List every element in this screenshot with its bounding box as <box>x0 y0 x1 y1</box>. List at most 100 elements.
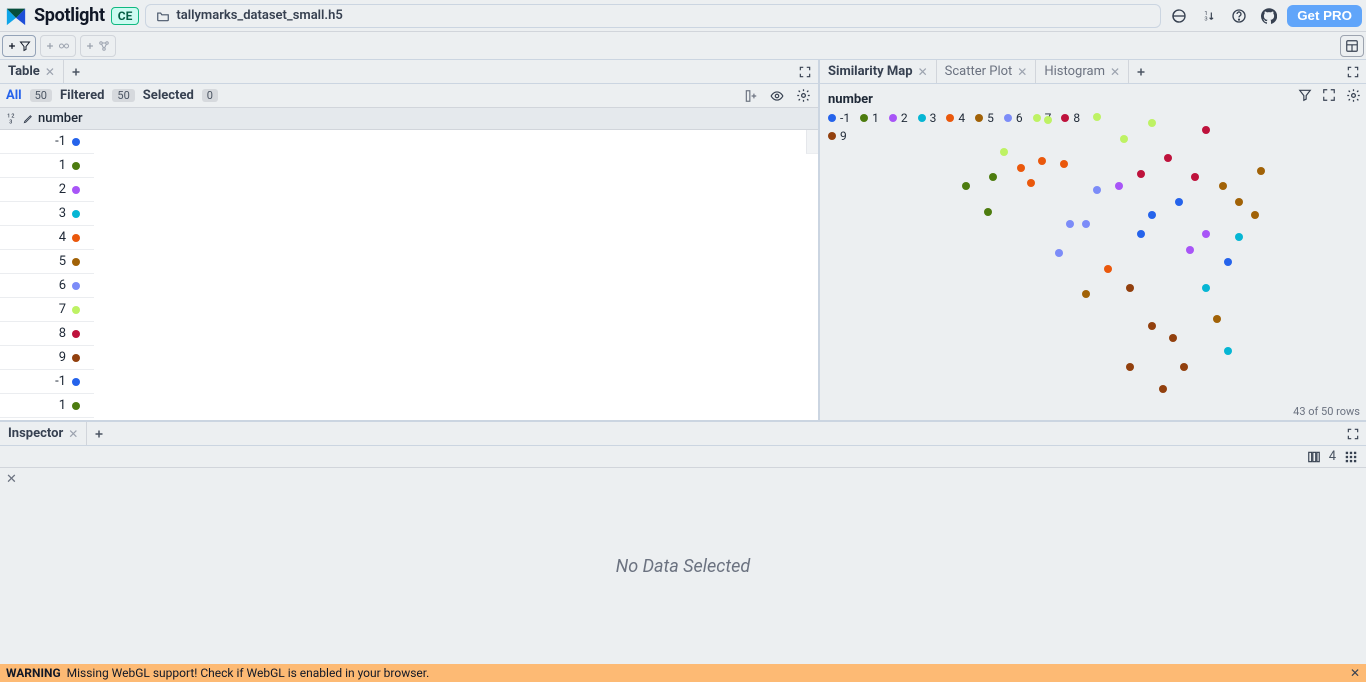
scatter-point[interactable] <box>1202 126 1210 134</box>
legend-item[interactable]: 2 <box>889 111 908 125</box>
scrollbar[interactable] <box>806 130 818 154</box>
filter-all[interactable]: All <box>6 88 22 103</box>
funnel-icon[interactable] <box>1296 86 1314 104</box>
scatter-point[interactable] <box>1251 211 1259 219</box>
close-icon[interactable]: ✕ <box>1017 65 1027 79</box>
table-row[interactable]: 4 <box>0 226 94 250</box>
github-icon[interactable] <box>1257 4 1281 28</box>
close-icon[interactable]: ✕ <box>918 65 928 79</box>
scatter-point[interactable] <box>1115 182 1123 190</box>
legend-item[interactable]: 6 <box>1004 111 1023 125</box>
scatter-point[interactable] <box>1066 220 1074 228</box>
fullscreen-icon[interactable] <box>796 63 814 81</box>
scatter-point[interactable] <box>1213 315 1221 323</box>
fullscreen-icon[interactable] <box>1344 63 1362 81</box>
legend-item[interactable]: 8 <box>1061 111 1080 125</box>
table-row[interactable]: -1 <box>0 370 94 394</box>
scatter-point[interactable] <box>1027 179 1035 187</box>
add-funnel-button[interactable] <box>2 35 36 57</box>
scatter-point[interactable] <box>1126 284 1134 292</box>
scatter-point[interactable] <box>1257 167 1265 175</box>
scatter-point[interactable] <box>1137 170 1145 178</box>
scatter-point[interactable] <box>1186 246 1194 254</box>
close-icon[interactable]: ✕ <box>45 65 55 79</box>
table-row[interactable]: 6 <box>0 274 94 298</box>
scatter-point[interactable] <box>1219 182 1227 190</box>
column-header-number[interactable]: 123 number <box>2 111 92 126</box>
scatter-point[interactable] <box>1224 258 1232 266</box>
scatter-point[interactable] <box>1017 164 1025 172</box>
grid-icon[interactable] <box>1342 448 1360 466</box>
layout-button[interactable] <box>1340 35 1364 57</box>
close-icon[interactable]: ✕ <box>6 472 17 487</box>
table-row[interactable]: 3 <box>0 202 94 226</box>
close-icon[interactable]: ✕ <box>1110 65 1120 79</box>
scatter-point[interactable] <box>1191 173 1199 181</box>
legend-item[interactable]: 5 <box>975 111 994 125</box>
sort-icon[interactable]: 13 <box>1197 4 1221 28</box>
scatter-point[interactable] <box>1126 363 1134 371</box>
tab-table[interactable]: Table ✕ <box>0 60 64 83</box>
filter-filtered[interactable]: Filtered <box>60 88 104 103</box>
table-body[interactable]: -1123456789-11 <box>0 130 818 420</box>
eye-icon[interactable] <box>768 87 786 105</box>
scatter-point[interactable] <box>1060 160 1068 168</box>
scatter-point[interactable] <box>1082 290 1090 298</box>
legend-item[interactable]: 9 <box>828 129 847 143</box>
simmap-canvas[interactable]: number -1123456789 43 of 50 rows <box>820 84 1366 420</box>
scatter-point[interactable] <box>1164 154 1172 162</box>
tab-similarity-map[interactable]: Similarity Map ✕ <box>820 60 937 83</box>
color-mode-icon[interactable] <box>1167 4 1191 28</box>
fullscreen-icon[interactable] <box>1344 425 1362 443</box>
scatter-point[interactable] <box>1224 347 1232 355</box>
table-row[interactable]: 2 <box>0 178 94 202</box>
add-tab-button[interactable] <box>87 422 111 445</box>
table-row[interactable]: 1 <box>0 154 94 178</box>
scatter-point[interactable] <box>1055 249 1063 257</box>
scatter-point[interactable] <box>1175 198 1183 206</box>
scatter-point[interactable] <box>1235 233 1243 241</box>
scatter-point[interactable] <box>1137 230 1145 238</box>
scatter-point[interactable] <box>1180 363 1188 371</box>
scatter-point[interactable] <box>989 173 997 181</box>
legend-item[interactable]: -1 <box>828 111 850 125</box>
scatter-point[interactable] <box>1000 148 1008 156</box>
gear-icon[interactable] <box>1344 86 1362 104</box>
columns-icon[interactable] <box>1305 448 1323 466</box>
expand-icon[interactable] <box>1320 86 1338 104</box>
scatter-point[interactable] <box>1120 135 1128 143</box>
scatter-point[interactable] <box>1093 113 1101 121</box>
close-icon[interactable]: ✕ <box>1350 666 1360 680</box>
gear-icon[interactable] <box>794 87 812 105</box>
tab-scatter-plot[interactable]: Scatter Plot ✕ <box>937 60 1037 83</box>
tab-histogram[interactable]: Histogram ✕ <box>1036 60 1129 83</box>
scatter-point[interactable] <box>1044 116 1052 124</box>
table-row[interactable]: 7 <box>0 298 94 322</box>
table-row[interactable]: 9 <box>0 346 94 370</box>
get-pro-button[interactable]: Get PRO <box>1287 5 1362 27</box>
scatter-point[interactable] <box>1159 385 1167 393</box>
help-icon[interactable] <box>1227 4 1251 28</box>
add-tab-button[interactable] <box>1129 60 1153 83</box>
scatter-point[interactable] <box>962 182 970 190</box>
scatter-point[interactable] <box>1202 230 1210 238</box>
tab-inspector[interactable]: Inspector ✕ <box>0 422 87 445</box>
scatter-point[interactable] <box>1148 211 1156 219</box>
scatter-point[interactable] <box>1093 186 1101 194</box>
table-row[interactable]: -1 <box>0 130 94 154</box>
scatter-point[interactable] <box>1169 334 1177 342</box>
table-row[interactable]: 8 <box>0 322 94 346</box>
scatter-point[interactable] <box>1202 284 1210 292</box>
scatter-point[interactable] <box>1104 265 1112 273</box>
close-icon[interactable]: ✕ <box>68 427 78 441</box>
legend-item[interactable]: 4 <box>946 111 965 125</box>
scatter-point[interactable] <box>1082 220 1090 228</box>
table-row[interactable]: 1 <box>0 394 94 418</box>
legend-item[interactable]: 3 <box>918 111 937 125</box>
scatter-point[interactable] <box>984 208 992 216</box>
scatter-point[interactable] <box>1038 157 1046 165</box>
scatter-point[interactable] <box>1235 198 1243 206</box>
filter-selected[interactable]: Selected <box>143 88 194 103</box>
scatter-point[interactable] <box>1148 322 1156 330</box>
add-column-icon[interactable] <box>742 87 760 105</box>
